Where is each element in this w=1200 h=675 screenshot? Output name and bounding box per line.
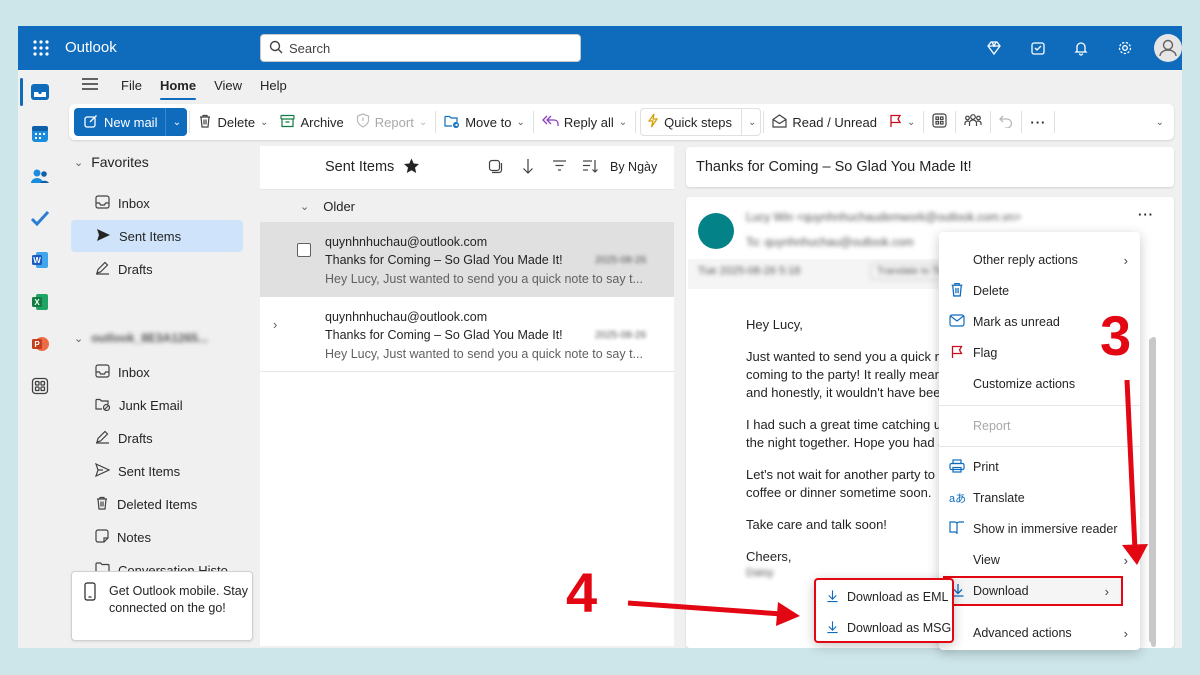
step-4-label: 4: [566, 561, 598, 624]
arrow-3-line: [1124, 379, 1138, 551]
arrow-4-head: [776, 602, 800, 626]
annotation-arrows: [627, 379, 1148, 626]
step-3-label: 3: [1100, 304, 1132, 367]
arrow-3-head: [1122, 544, 1148, 565]
arrow-4-line: [627, 600, 783, 617]
